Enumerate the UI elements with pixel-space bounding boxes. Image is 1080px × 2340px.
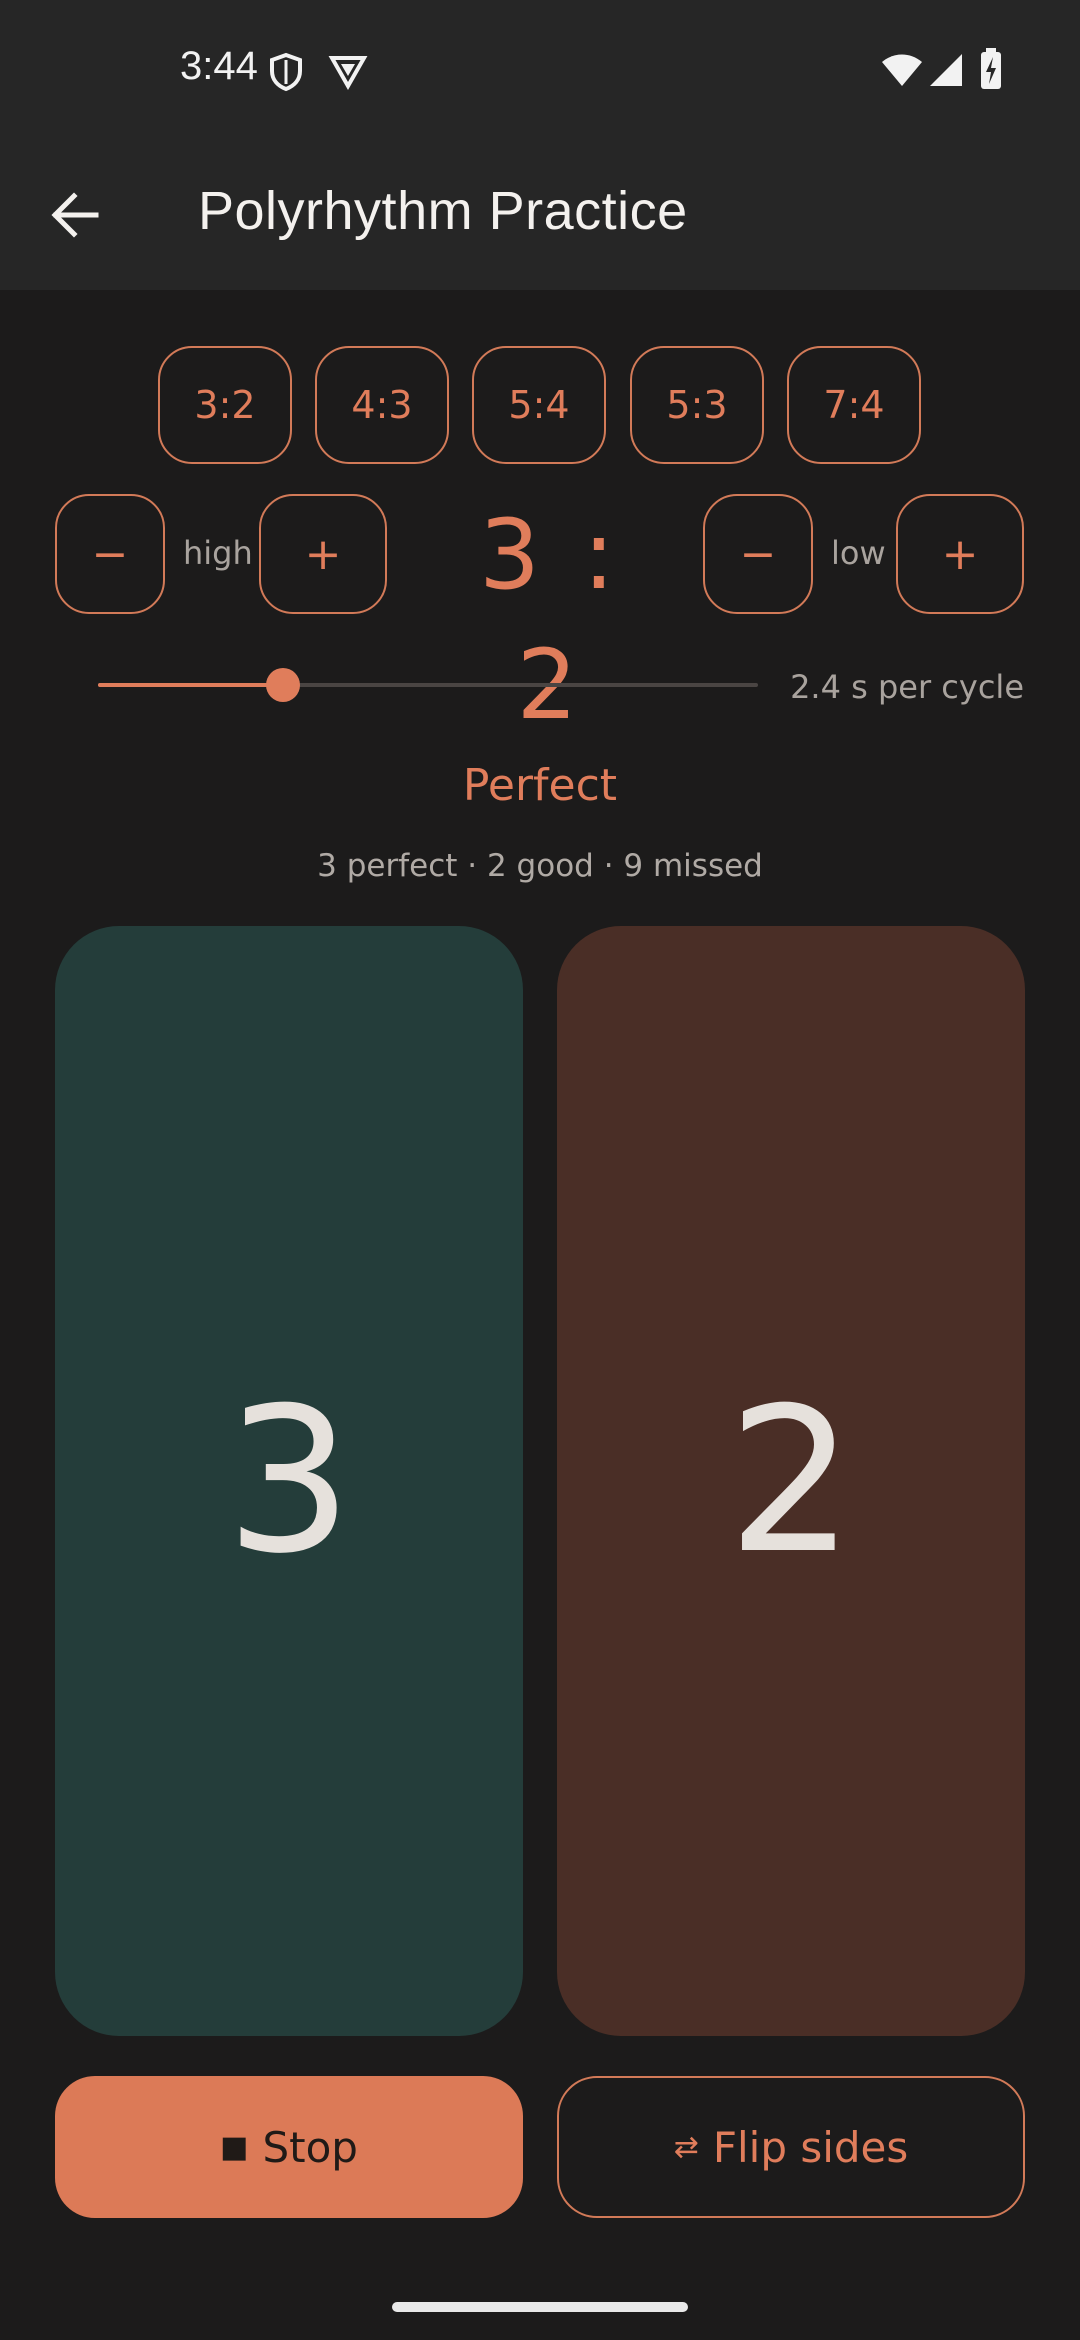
stop-button-label: Stop [262,2122,358,2172]
ratio-display: 3 : 2 [479,499,621,741]
arrow-left-icon [51,192,99,238]
timing-feedback: Perfect [462,760,618,811]
high-decrement-button[interactable]: − [55,494,165,614]
preset-chip-4-3[interactable]: 4:3 [315,346,449,464]
signal-icon [928,52,964,92]
status-bar: 3:44 [0,0,1080,140]
tempo-slider-thumb[interactable] [265,668,300,702]
left-pad-count: 3 [225,1364,353,1598]
shield-icon [268,52,304,96]
preset-chip-3-2[interactable]: 3:2 [158,346,292,464]
tempo-slider-fill [98,683,283,687]
preset-chip-5-3[interactable]: 5:3 [630,346,764,464]
flip-sides-button-label: Flip sides [712,2122,909,2172]
high-increment-button[interactable]: + [259,494,387,614]
swap-icon: ⇄ [673,2129,699,2165]
wifi-icon [880,52,924,92]
preset-chip-5-4[interactable]: 5:4 [472,346,606,464]
vpn-icon [328,54,368,94]
cycle-duration-label: 2.4 s per cycle [790,668,1024,706]
flip-sides-button[interactable]: ⇄ Flip sides [557,2076,1025,2218]
tempo-slider[interactable] [98,668,758,702]
left-tap-pad[interactable]: 3 [55,926,523,2036]
score-summary: 3 perfect · 2 good · 9 missed [317,848,763,884]
preset-chip-7-4[interactable]: 7:4 [787,346,921,464]
battery-charging-icon [980,48,1002,94]
right-tap-pad[interactable]: 2 [557,926,1025,2036]
app-bar: Polyrhythm Practice [0,140,1080,290]
home-indicator[interactable] [392,2302,688,2312]
low-increment-button[interactable]: + [896,494,1024,614]
high-label: high [183,534,253,572]
page-title: Polyrhythm Practice [198,181,688,241]
back-button[interactable] [40,180,110,250]
stop-button[interactable]: ■ Stop [55,2076,523,2218]
low-decrement-button[interactable]: − [703,494,813,614]
low-label: low [831,534,886,572]
status-time: 3:44 [180,44,258,88]
right-pad-count: 2 [727,1364,855,1598]
stop-icon: ■ [220,2129,249,2165]
